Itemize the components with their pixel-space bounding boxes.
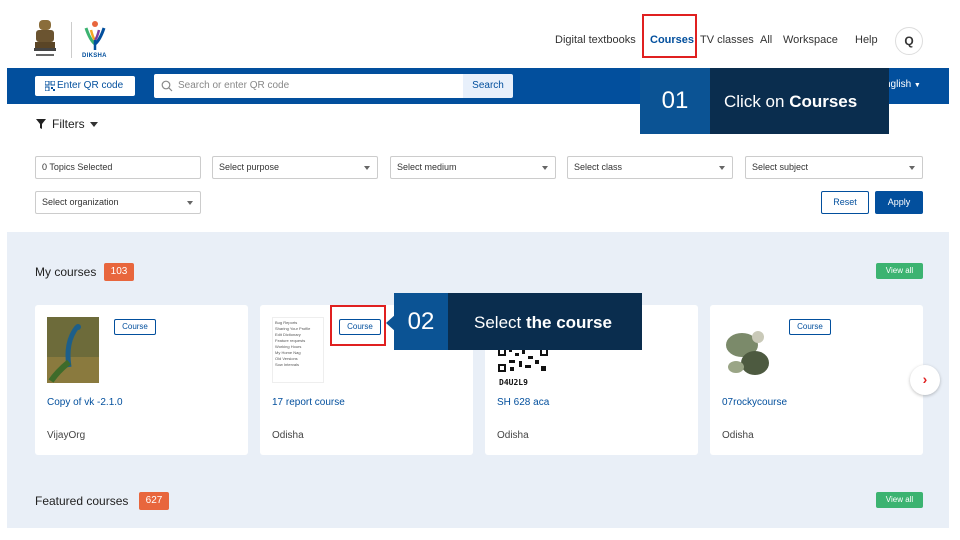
language-selector[interactable]: nglish ▼	[885, 79, 921, 90]
nav-all[interactable]: All	[760, 34, 772, 46]
course-organization: Odisha	[722, 430, 754, 441]
my-courses-view-all-button[interactable]: View all	[876, 263, 923, 279]
medium-select[interactable]: Select medium	[390, 156, 556, 179]
step-01-text-prefix: Click on	[724, 92, 790, 111]
course-type-badge: Course	[789, 319, 831, 335]
nav-workspace[interactable]: Workspace	[783, 34, 838, 46]
course-highlight-box	[330, 305, 386, 346]
header: DIKSHA Digital textbooks Courses TV clas…	[0, 0, 960, 68]
course-title[interactable]: 17 report course	[272, 397, 345, 408]
dropdown-arrow-icon	[719, 166, 725, 170]
carousel-next-button[interactable]: ›	[910, 365, 940, 395]
filters-label: Filters	[52, 117, 85, 131]
course-card[interactable]: Course 07rockycourse Odisha	[710, 305, 923, 455]
filter-icon	[36, 119, 46, 129]
organization-select[interactable]: Select organization	[35, 191, 201, 214]
organization-select-value: Select organization	[42, 197, 119, 207]
course-title[interactable]: 07rockycourse	[722, 397, 787, 408]
step-01-text: Click on Courses	[724, 92, 857, 112]
subject-select[interactable]: Select subject	[745, 156, 923, 179]
chevron-right-icon: ›	[922, 371, 928, 387]
course-organization: VijayOrg	[47, 430, 86, 441]
apply-button[interactable]: Apply	[875, 191, 923, 214]
course-organization: Odisha	[272, 430, 304, 441]
course-type-badge: Course	[114, 319, 156, 335]
course-title[interactable]: SH 628 aca	[497, 397, 549, 408]
featured-courses-count-badge: 627	[139, 492, 169, 510]
national-emblem-icon	[34, 20, 56, 56]
class-select-value: Select class	[574, 162, 623, 172]
reset-button[interactable]: Reset	[821, 191, 869, 214]
filters-toggle[interactable]: Filters	[52, 117, 98, 131]
topics-select-value: 0 Topics Selected	[42, 162, 113, 172]
step-01-callout: 01 Click on Courses	[640, 68, 889, 134]
brand-name: DIKSHA	[82, 53, 107, 59]
subject-select-value: Select subject	[752, 162, 809, 172]
caret-down-icon	[89, 122, 98, 128]
topics-select[interactable]: 0 Topics Selected	[35, 156, 201, 179]
step-02-text-prefix: Select	[474, 313, 526, 332]
dropdown-arrow-icon	[187, 201, 193, 205]
report-list-thumbnail: Bug Reports Sharing Your Profile Edit Di…	[272, 317, 324, 383]
profile-avatar[interactable]: Q	[895, 27, 923, 55]
featured-courses-title: Featured courses	[35, 494, 129, 508]
my-courses-count-badge: 103	[104, 263, 134, 281]
thumb-list-item: Sow Intervals	[275, 362, 300, 367]
step-01-number: 01	[640, 68, 710, 134]
dropdown-arrow-icon	[542, 166, 548, 170]
featured-courses-view-all-button[interactable]: View all	[876, 492, 923, 508]
qr-code-icon	[45, 81, 55, 91]
search-placeholder: Search or enter QR code	[178, 80, 290, 91]
course-title[interactable]: Copy of vk -2.1.0	[47, 397, 123, 408]
search-button[interactable]: Search	[463, 74, 513, 98]
step-02-text-bold: the course	[525, 313, 612, 332]
dropdown-arrow-icon	[909, 166, 915, 170]
purpose-select[interactable]: Select purpose	[212, 156, 378, 179]
nav-digital-textbooks[interactable]: Digital textbooks	[555, 34, 636, 46]
qr-code-icon	[497, 347, 549, 373]
chevron-down-icon: ▼	[913, 82, 921, 89]
logo-divider	[71, 22, 72, 58]
step-02-text: Select the course	[474, 313, 612, 333]
step-02-number: 02	[394, 293, 448, 350]
nav-tv-classes[interactable]: TV classes	[700, 34, 754, 46]
enter-qr-code-button[interactable]: Enter QR code	[35, 76, 135, 96]
peacock-thumbnail	[47, 317, 99, 383]
nav-help[interactable]: Help	[855, 34, 878, 46]
courses-highlight-box	[642, 14, 697, 58]
dropdown-arrow-icon	[364, 166, 370, 170]
my-courses-title: My courses	[35, 265, 97, 279]
search-input[interactable]: Search or enter QR code	[154, 74, 463, 98]
rock-thumbnail	[722, 317, 774, 383]
course-organization: Odisha	[497, 430, 529, 441]
enter-qr-code-label: Enter QR code	[57, 80, 124, 91]
class-select[interactable]: Select class	[567, 156, 733, 179]
qr-code-thumbnail: D4U2L9	[497, 347, 549, 387]
course-card[interactable]: Course Copy of vk -2.1.0 VijayOrg	[35, 305, 248, 455]
purpose-select-value: Select purpose	[219, 162, 280, 172]
qr-code-text: D4U2L9	[499, 378, 528, 387]
search-icon	[161, 80, 173, 92]
medium-select-value: Select medium	[397, 162, 457, 172]
step-02-callout: 02 Select the course	[394, 293, 642, 350]
step-01-text-bold: Courses	[789, 92, 858, 111]
